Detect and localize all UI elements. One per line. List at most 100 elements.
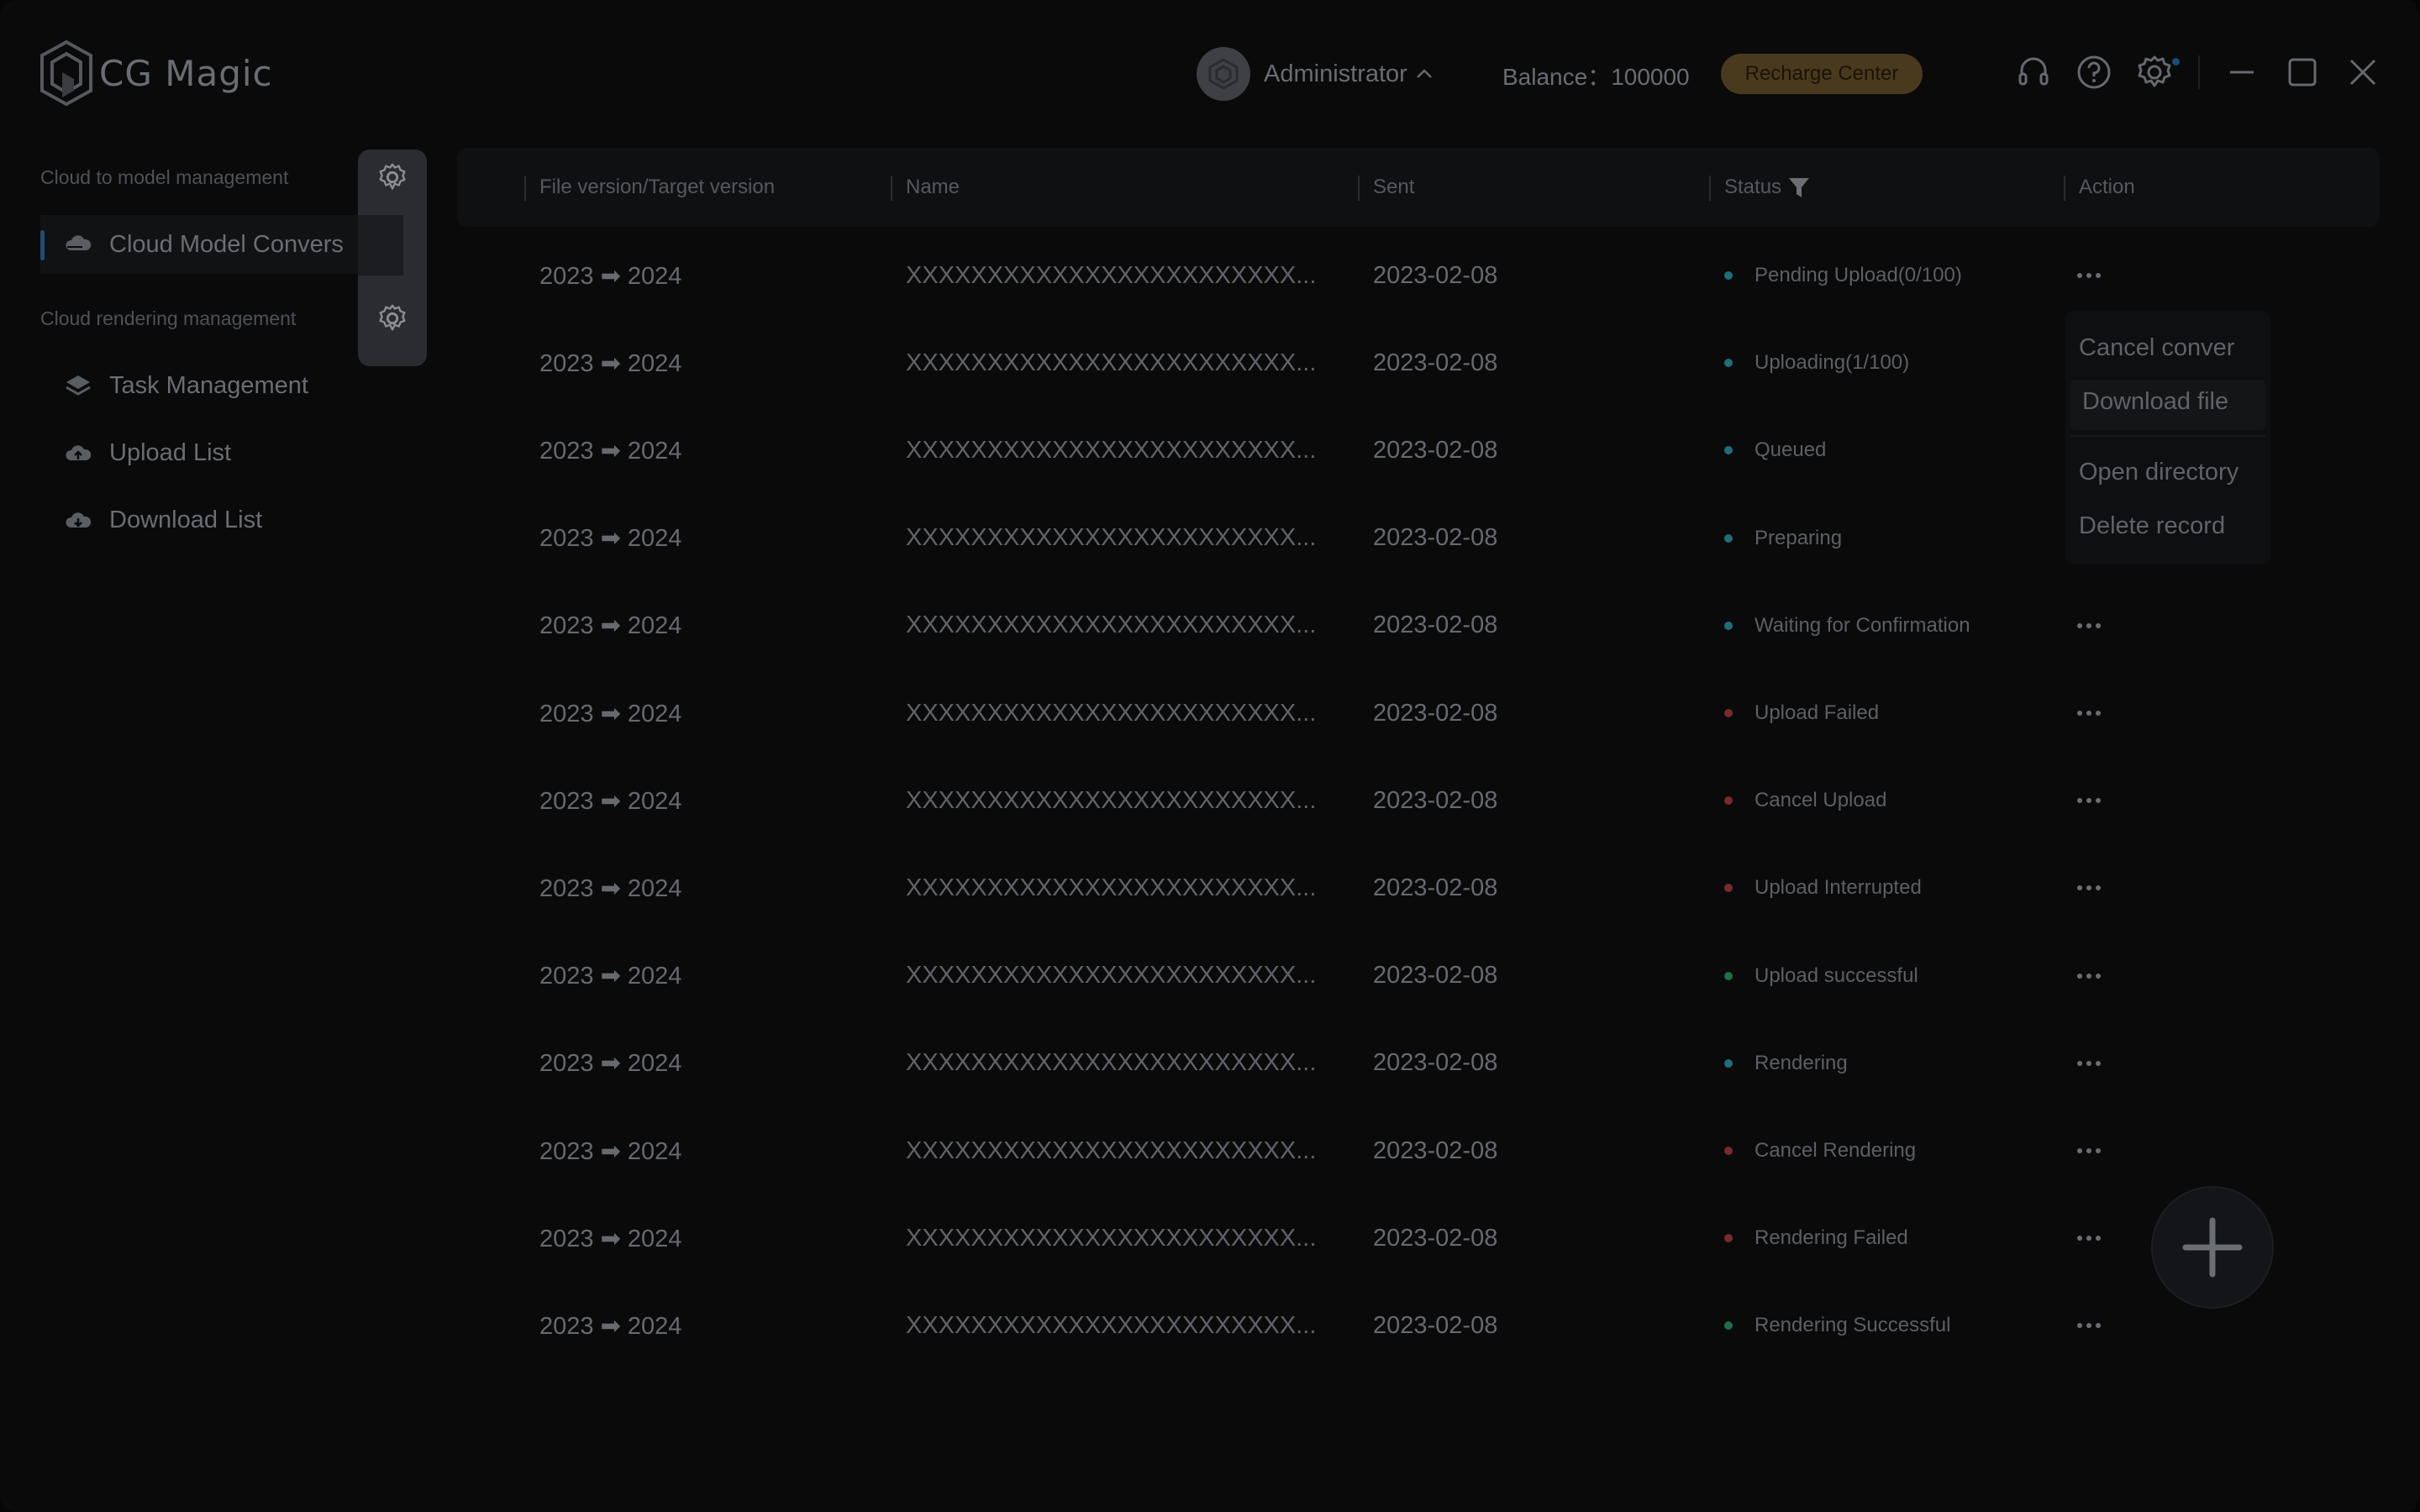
- more-actions-button[interactable]: [2077, 1107, 2128, 1194]
- sidebar-item-cloud-model-conversion[interactable]: Cloud Model Convers: [40, 215, 402, 274]
- name-cell: XXXXXXXXXXXXXXXXXXXXXXXX...: [906, 436, 1317, 464]
- status-cell: Pending Upload(0/100): [1724, 232, 1962, 319]
- file-version-cell: 2023 ➡ 2024: [539, 525, 682, 553]
- sent-date-cell: 2023-02-08: [1373, 261, 1498, 289]
- file-version-cell: 2023 ➡ 2024: [539, 963, 682, 990]
- status-cell: Rendering Failed: [1724, 1194, 1908, 1282]
- table-row[interactable]: 2023 ➡ 2024 XXXXXXXXXXXXXXXXXXXXXXXX... 20…: [457, 582, 2380, 669]
- file-version-cell: 2023 ➡ 2024: [539, 874, 682, 902]
- status-dot: [1724, 796, 1733, 806]
- user-menu[interactable]: Administrator: [1197, 47, 1436, 101]
- maximize-icon[interactable]: [2284, 54, 2321, 91]
- cg-magic-logo-icon: [40, 39, 92, 107]
- name-cell: XXXXXXXXXXXXXXXXXXXXXXXX...: [906, 786, 1317, 814]
- menu-item-download-file[interactable]: Download file: [2082, 388, 2228, 416]
- status-dot: [1724, 1234, 1733, 1243]
- more-actions-button[interactable]: [2077, 1282, 2128, 1369]
- avatar: [1197, 47, 1250, 101]
- table-row[interactable]: 2023 ➡ 2024 XXXXXXXXXXXXXXXXXXXXXXXX... 20…: [457, 1282, 2380, 1369]
- column-header-name: Name: [906, 176, 960, 198]
- status-text: Upload Interrupted: [1754, 876, 1922, 900]
- status-dot: [1724, 446, 1733, 455]
- app-title: CG Magic: [99, 52, 273, 94]
- more-icon: [2077, 932, 2101, 1020]
- status-dot: [1724, 971, 1733, 980]
- more-actions-button[interactable]: [2077, 232, 2128, 319]
- gear-icon[interactable]: [375, 160, 410, 195]
- name-cell: XXXXXXXXXXXXXXXXXXXXXXXX...: [906, 612, 1317, 639]
- more-actions-button[interactable]: [2077, 844, 2128, 932]
- settings-icon[interactable]: [2136, 54, 2173, 91]
- close-icon[interactable]: [2344, 54, 2381, 91]
- status-dot: [1724, 621, 1733, 630]
- help-icon[interactable]: [2075, 54, 2112, 91]
- sent-date-cell: 2023-02-08: [1373, 874, 1498, 901]
- file-version-cell: 2023 ➡ 2024: [539, 1312, 682, 1340]
- table-row[interactable]: 2023 ➡ 2024 XXXXXXXXXXXXXXXXXXXXXXXX... 20…: [457, 232, 2380, 319]
- sent-date-cell: 2023-02-08: [1373, 1224, 1498, 1252]
- status-dot: [1724, 884, 1733, 893]
- sidebar-item-task-management[interactable]: Task Management: [40, 356, 402, 415]
- more-actions-button[interactable]: [2077, 669, 2128, 757]
- table-row[interactable]: 2023 ➡ 2024 XXXXXXXXXXXXXXXXXXXXXXXX... 20…: [457, 1194, 2380, 1282]
- sent-date-cell: 2023-02-08: [1373, 1049, 1498, 1077]
- row-action-menu: Cancel conver Download file Open directo…: [2065, 311, 2270, 564]
- balance-value: 100000: [1611, 64, 1690, 90]
- name-cell: XXXXXXXXXXXXXXXXXXXXXXXX...: [906, 349, 1317, 376]
- column-header-action: Action: [2079, 176, 2135, 198]
- avatar-logo-icon: [1208, 58, 1239, 90]
- sidebar-section-cloud-model: Cloud to model management: [40, 166, 289, 188]
- recharge-center-button[interactable]: Recharge Center: [1721, 54, 1923, 94]
- panel-highlight: [358, 215, 403, 276]
- table-row[interactable]: 2023 ➡ 2024 XXXXXXXXXXXXXXXXXXXXXXXX... 20…: [457, 669, 2380, 757]
- more-actions-button[interactable]: [2077, 1020, 2128, 1107]
- minimize-icon[interactable]: [2223, 54, 2260, 91]
- cloud-download-icon: [66, 512, 92, 528]
- notification-dot: [2172, 58, 2180, 66]
- status-dot: [1724, 271, 1733, 280]
- status-text: Preparing: [1754, 526, 1843, 549]
- table-row[interactable]: 2023 ➡ 2024 XXXXXXXXXXXXXXXXXXXXXXXX... 20…: [457, 844, 2380, 932]
- filter-icon[interactable]: [1786, 175, 1812, 200]
- status-text: Upload successful: [1754, 963, 1918, 987]
- status-text: Rendering Successful: [1754, 1314, 1951, 1337]
- status-dot: [1724, 533, 1733, 543]
- sidebar-item-upload-list[interactable]: Upload List: [40, 423, 402, 482]
- sidebar-item-download-list[interactable]: Download List: [40, 491, 402, 549]
- more-icon: [2077, 1194, 2101, 1282]
- table-row[interactable]: 2023 ➡ 2024 XXXXXXXXXXXXXXXXXXXXXXXX... 20…: [457, 1020, 2380, 1107]
- more-icon: [2077, 844, 2101, 932]
- table-row[interactable]: 2023 ➡ 2024 XXXXXXXXXXXXXXXXXXXXXXXX... 20…: [457, 1107, 2380, 1194]
- sent-date-cell: 2023-02-08: [1373, 349, 1498, 376]
- status-cell: Waiting for Confirmation: [1724, 582, 1970, 669]
- status-cell: Uploading(1/100): [1724, 319, 1909, 407]
- menu-item-delete-record[interactable]: Delete record: [2079, 512, 2225, 540]
- more-actions-button[interactable]: [2077, 1194, 2128, 1282]
- headset-icon[interactable]: [2015, 54, 2052, 91]
- status-text: Waiting for Confirmation: [1754, 613, 1970, 637]
- table-row[interactable]: 2023 ➡ 2024 XXXXXXXXXXXXXXXXXXXXXXXX... 20…: [457, 932, 2380, 1020]
- status-text: Cancel Upload: [1754, 789, 1887, 812]
- sent-date-cell: 2023-02-08: [1373, 699, 1498, 727]
- status-dot: [1724, 1321, 1733, 1331]
- table-row[interactable]: 2023 ➡ 2024 XXXXXXXXXXXXXXXXXXXXXXXX... 20…: [457, 757, 2380, 844]
- name-cell: XXXXXXXXXXXXXXXXXXXXXXXX...: [906, 699, 1317, 727]
- menu-item-cancel-conversion[interactable]: Cancel conver: [2079, 334, 2234, 362]
- gear-icon[interactable]: [375, 301, 410, 336]
- status-text: Cancel Rendering: [1754, 1139, 1917, 1162]
- more-actions-button[interactable]: [2077, 932, 2128, 1020]
- add-button[interactable]: [2151, 1186, 2274, 1309]
- status-dot: [1724, 709, 1733, 717]
- more-actions-button[interactable]: [2077, 582, 2128, 669]
- column-separator: [891, 176, 892, 201]
- name-cell: XXXXXXXXXXXXXXXXXXXXXXXX...: [906, 524, 1317, 552]
- file-version-cell: 2023 ➡ 2024: [539, 437, 682, 465]
- status-dot: [1724, 1147, 1733, 1155]
- more-actions-button[interactable]: [2077, 757, 2128, 844]
- more-icon: [2077, 1282, 2101, 1369]
- status-cell: Preparing: [1724, 495, 1842, 582]
- file-version-cell: 2023 ➡ 2024: [539, 1050, 682, 1078]
- balance: Balance：100000: [1502, 59, 1690, 92]
- chevron-up-icon: [1416, 69, 1432, 78]
- menu-item-open-directory[interactable]: Open directory: [2079, 459, 2238, 486]
